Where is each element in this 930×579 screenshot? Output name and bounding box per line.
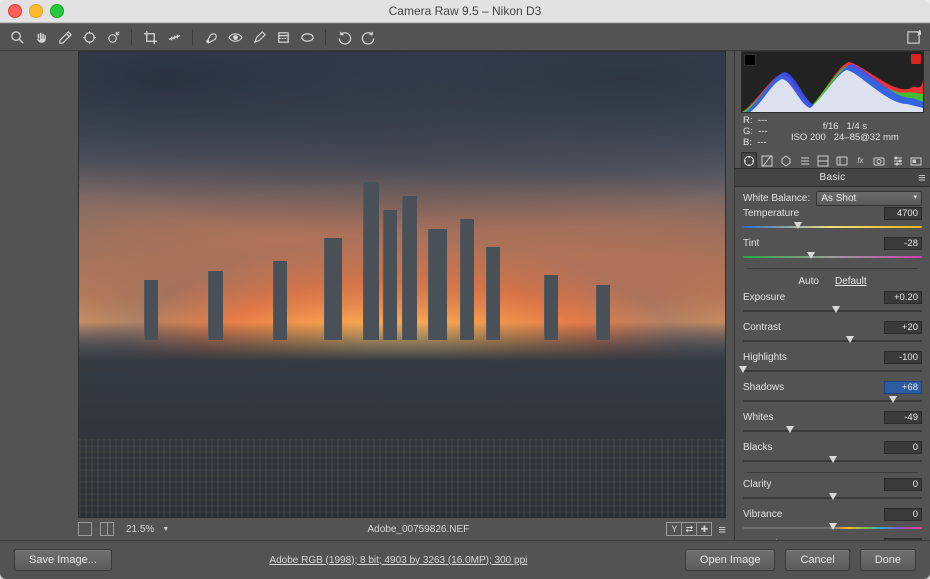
window-title: Camera Raw 9.5 – Nikon D3 <box>0 4 930 18</box>
adjustment-brush-icon[interactable] <box>251 29 267 45</box>
tab-camera-icon[interactable] <box>871 152 887 168</box>
highlight-clipping-icon[interactable] <box>911 54 921 64</box>
exposure-value[interactable]: +0.20 <box>884 291 922 304</box>
rotate-cw-icon[interactable] <box>360 29 376 45</box>
preview-preset-swap-icon[interactable]: ⇄ <box>681 522 697 536</box>
shadows-slider[interactable] <box>743 395 922 407</box>
preview-preset-y-icon[interactable]: Y <box>666 522 682 536</box>
tint-value[interactable]: -28 <box>884 237 922 250</box>
vibrance-slider[interactable] <box>743 522 922 534</box>
file-name: Adobe_00759826.NEF <box>177 524 659 535</box>
wb-label: White Balance: <box>743 193 810 204</box>
adjustment-panel: R: --- G: --- B: --- f/16 1/4 s ISO 200 … <box>734 51 930 540</box>
rgb-readout: R: --- G: --- B: --- f/16 1/4 s ISO 200 … <box>735 113 930 150</box>
zoom-icon[interactable] <box>9 29 25 45</box>
contrast-value[interactable]: +20 <box>884 321 922 334</box>
action-bar: Save Image... Adobe RGB (1998); 8 bit; 4… <box>0 540 930 579</box>
highlights-value[interactable]: -100 <box>884 351 922 364</box>
shadow-clipping-icon[interactable] <box>744 54 756 66</box>
snapshot-star-icon[interactable]: ★ <box>905 29 921 45</box>
tab-detail-icon[interactable] <box>778 152 794 168</box>
clarity-value[interactable]: 0 <box>884 478 922 491</box>
blacks-slider[interactable] <box>743 455 922 467</box>
histogram[interactable] <box>741 51 924 113</box>
tab-snapshots-icon[interactable] <box>908 152 924 168</box>
tab-lens-icon[interactable] <box>834 152 850 168</box>
clarity-slider[interactable] <box>743 492 922 504</box>
spot-removal-icon[interactable] <box>203 29 219 45</box>
color-sampler-icon[interactable] <box>81 29 97 45</box>
adjustment-tabs: fx <box>735 150 930 169</box>
tab-basic-icon[interactable] <box>741 152 757 168</box>
tab-split-icon[interactable] <box>815 152 831 168</box>
window-minimize-icon[interactable] <box>29 4 43 18</box>
crop-icon[interactable] <box>142 29 158 45</box>
zoom-level[interactable]: 21.5% <box>126 524 154 535</box>
window-close-icon[interactable] <box>8 4 22 18</box>
red-eye-icon[interactable] <box>227 29 243 45</box>
exposure-slider[interactable] <box>743 305 922 317</box>
default-button[interactable]: Default <box>835 276 867 287</box>
tab-fx-icon[interactable]: fx <box>853 152 869 168</box>
panel-title: Basic ≡ <box>735 169 930 187</box>
open-image-button[interactable]: Open Image <box>685 549 776 571</box>
auto-button[interactable]: Auto <box>798 276 819 287</box>
save-button[interactable]: Save Image... <box>14 549 112 571</box>
cancel-button[interactable]: Cancel <box>785 549 849 571</box>
highlights-slider[interactable] <box>743 365 922 377</box>
tab-presets-icon[interactable] <box>890 152 906 168</box>
view-single-icon[interactable] <box>78 522 92 536</box>
tint-slider[interactable] <box>743 251 922 263</box>
preview-footer: 21.5% ▼ Adobe_00759826.NEF Y ⇄ ✚ ≡ <box>8 520 726 540</box>
tool-toolbar: ★ <box>0 23 930 51</box>
zoom-dropdown-icon[interactable]: ▼ <box>162 526 169 533</box>
pan-icon[interactable] <box>33 29 49 45</box>
contrast-slider[interactable] <box>743 335 922 347</box>
wb-select[interactable]: As Shot▾ <box>816 191 922 206</box>
temperature-slider[interactable] <box>743 221 922 233</box>
camera-raw-app: ★ <box>0 23 930 579</box>
svg-text:★: ★ <box>917 30 921 37</box>
preview-area[interactable] <box>8 51 726 520</box>
preview-menu-icon[interactable]: ≡ <box>718 523 726 536</box>
window-zoom-icon[interactable] <box>50 4 64 18</box>
workflow-options-link[interactable]: Adobe RGB (1998); 8 bit; 4903 by 3263 (1… <box>122 555 675 566</box>
shadows-value[interactable]: +68 <box>884 381 922 394</box>
graduated-filter-icon[interactable] <box>275 29 291 45</box>
tab-curve-icon[interactable] <box>760 152 776 168</box>
straighten-icon[interactable] <box>166 29 182 45</box>
rotate-ccw-icon[interactable] <box>336 29 352 45</box>
blacks-value[interactable]: 0 <box>884 441 922 454</box>
whites-value[interactable]: -49 <box>884 411 922 424</box>
exif-readout: f/16 1/4 s ISO 200 24–85@32 mm <box>768 115 922 148</box>
done-button[interactable]: Done <box>860 549 916 571</box>
radial-filter-icon[interactable] <box>299 29 315 45</box>
preview-image[interactable] <box>78 51 726 518</box>
vibrance-value[interactable]: 0 <box>884 508 922 521</box>
tab-hsl-icon[interactable] <box>797 152 813 168</box>
temperature-value[interactable]: 4700 <box>884 207 922 220</box>
whites-slider[interactable] <box>743 425 922 437</box>
panel-menu-icon[interactable]: ≡ <box>918 170 926 185</box>
titlebar: Camera Raw 9.5 – Nikon D3 <box>0 0 930 23</box>
preview-preset-plus-icon[interactable]: ✚ <box>696 522 712 536</box>
view-compare-icon[interactable] <box>100 522 114 536</box>
targeted-adjustment-icon[interactable] <box>105 29 121 45</box>
white-balance-eyedropper-icon[interactable] <box>57 29 73 45</box>
